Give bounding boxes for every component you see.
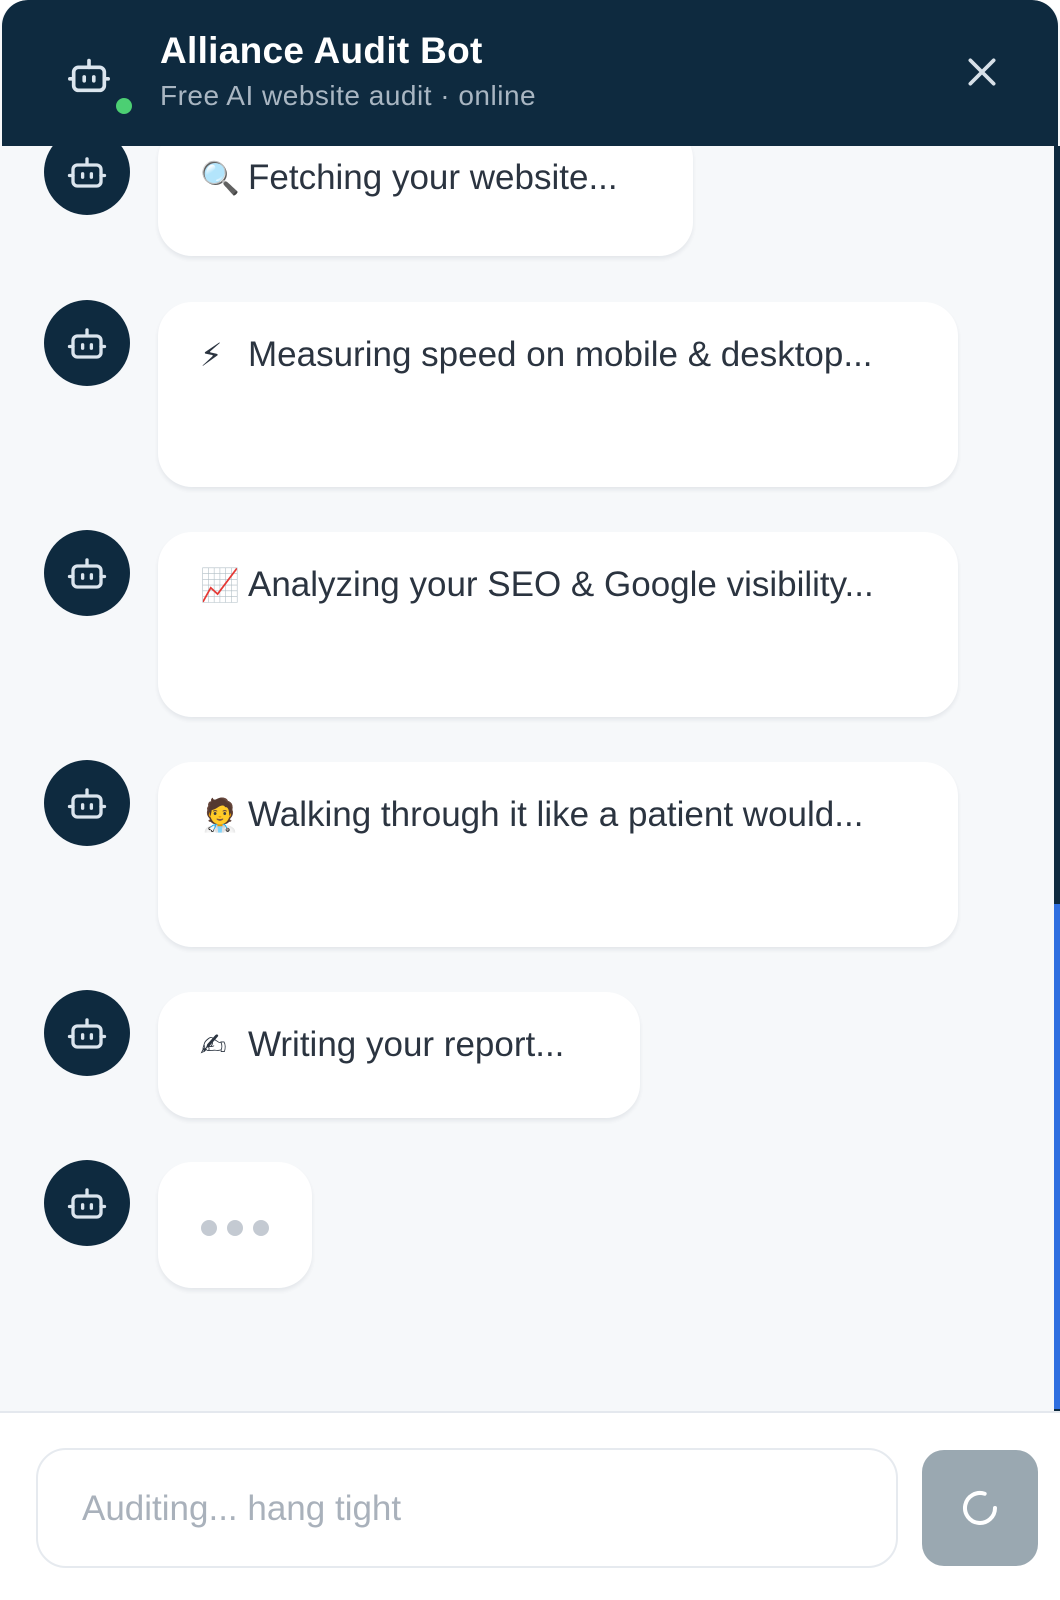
bot-avatar: [44, 146, 130, 215]
robot-icon: [67, 1188, 107, 1219]
chat-subtitle: Free AI website audit · online: [160, 80, 537, 111]
send-button[interactable]: [922, 1450, 1038, 1566]
loading-spinner-icon: [963, 1491, 997, 1525]
robot-icon: [67, 328, 107, 359]
message-text: Writing your report...: [248, 1025, 565, 1064]
scrollbar-track[interactable]: [1054, 146, 1060, 1411]
robot-icon: [67, 788, 107, 819]
bot-avatar: [44, 530, 130, 616]
message-input-container[interactable]: [36, 1448, 898, 1568]
typing-indicator: [158, 1162, 312, 1288]
message-text: Measuring speed on mobile & desktop...: [248, 335, 873, 374]
lightning-icon: ⚡: [200, 336, 223, 374]
typing-dot: [253, 1220, 269, 1236]
bot-avatar: [44, 990, 130, 1076]
bot-message: 📈 Analyzing your SEO & Google visibility.…: [158, 532, 958, 717]
robot-icon: [67, 1018, 107, 1049]
message-input[interactable]: [80, 1478, 864, 1540]
bot-message: ✍ Writing your report...: [158, 992, 640, 1118]
robot-icon: [67, 558, 107, 589]
message-text: Walking through it like a patient would.…: [248, 795, 864, 834]
chat-header: Alliance Audit Bot Free AI website audit…: [2, 0, 1058, 146]
health-worker-icon: 🧑‍⚕️: [200, 796, 240, 834]
close-icon[interactable]: [962, 52, 1002, 92]
writing-hand-icon: ✍: [200, 1026, 227, 1064]
message-text: Fetching your website...: [248, 158, 618, 197]
scrollbar-thumb[interactable]: [1054, 904, 1060, 1409]
bot-avatar: [44, 760, 130, 846]
bot-message: 🔍 Fetching your website...: [158, 146, 693, 256]
typing-dot: [227, 1220, 243, 1236]
chat-title: Alliance Audit Bot: [160, 30, 483, 71]
bot-message: 🧑‍⚕️ Walking through it like a patient wo…: [158, 762, 958, 947]
bot-avatar: [44, 300, 130, 386]
bot-avatar: [44, 1160, 130, 1246]
chart-increasing-icon: 📈: [200, 566, 240, 604]
chat-footer: [0, 1411, 1060, 1600]
bot-message: ⚡ Measuring speed on mobile & desktop...: [158, 302, 958, 487]
magnifier-icon: 🔍: [200, 159, 240, 197]
message-list[interactable]: 🔍 Fetching your website... ⚡ Measuring spe…: [0, 146, 1054, 1411]
typing-dot: [201, 1220, 217, 1236]
message-text: Analyzing your SEO & Google visibility..…: [248, 565, 874, 604]
robot-icon: [68, 58, 110, 93]
robot-icon: [67, 157, 107, 188]
chat-widget: Alliance Audit Bot Free AI website audit…: [0, 0, 1060, 1600]
online-status-dot: [116, 98, 132, 114]
